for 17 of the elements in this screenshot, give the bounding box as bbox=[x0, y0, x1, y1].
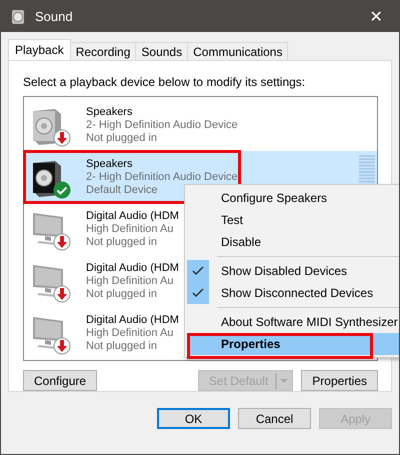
device-status: Not plugged in bbox=[86, 132, 158, 144]
device-description: High Definition Au bbox=[86, 222, 174, 236]
device-description: High Definition Au bbox=[86, 274, 174, 288]
window-title: Sound bbox=[35, 9, 74, 24]
device-description: 2- High Definition Audio Device bbox=[86, 118, 238, 132]
device-name: Speakers bbox=[86, 158, 134, 170]
device-description: High Definition Au bbox=[86, 326, 174, 340]
device-name: Digital Audio (HDM bbox=[86, 314, 179, 326]
device-name: Digital Audio (HDM bbox=[86, 262, 179, 274]
device-name: Digital Audio (HDM bbox=[86, 210, 179, 222]
device-description: 2- High Definition Audio Device bbox=[86, 170, 238, 184]
device-status: Default Device bbox=[86, 184, 159, 196]
device-status: Not plugged in bbox=[86, 340, 158, 352]
instruction-text: Select a playback device below to modify its settings: bbox=[23, 75, 306, 89]
device-name: Speakers bbox=[86, 106, 134, 118]
device-status: Not plugged in bbox=[86, 288, 158, 300]
device-status: Not plugged in bbox=[86, 236, 158, 248]
